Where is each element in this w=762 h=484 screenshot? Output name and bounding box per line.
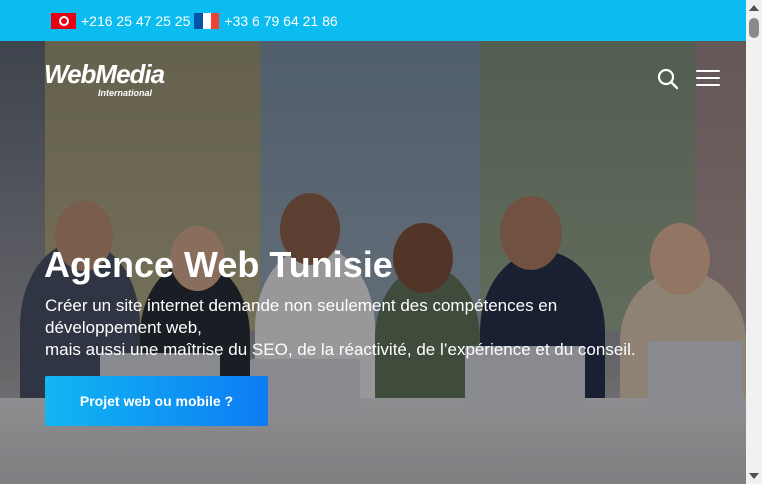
search-icon bbox=[657, 68, 679, 90]
top-contact-bar: +216 25 47 25 25 +33 6 79 64 21 86 bbox=[0, 0, 746, 41]
scroll-down-arrow-icon[interactable] bbox=[749, 473, 759, 479]
project-cta-button[interactable]: Projet web ou mobile ? bbox=[45, 376, 268, 426]
france-flag-icon bbox=[194, 12, 220, 29]
scroll-up-arrow-icon[interactable] bbox=[749, 5, 759, 11]
logo-main-text: WebMedia bbox=[44, 59, 165, 89]
contact-tunisia[interactable]: +216 25 47 25 25 bbox=[51, 12, 190, 29]
hero-description: Créer un site internet demande non seule… bbox=[45, 295, 705, 361]
hero-description-line-3: mais aussi une maîtrise du SEO, de la ré… bbox=[45, 340, 636, 359]
scrollbar-thumb[interactable] bbox=[749, 18, 759, 38]
contact-france[interactable]: +33 6 79 64 21 86 bbox=[194, 12, 338, 29]
phone-tunisia[interactable]: +216 25 47 25 25 bbox=[81, 13, 190, 29]
vertical-scrollbar[interactable] bbox=[746, 0, 762, 484]
site-logo[interactable]: WebMedia International bbox=[44, 59, 165, 98]
page: +216 25 47 25 25 +33 6 79 64 21 86 WebMe… bbox=[0, 0, 746, 484]
hero-title: Agence Web Tunisie bbox=[44, 244, 393, 285]
search-button[interactable] bbox=[657, 68, 679, 90]
hamburger-menu-button[interactable] bbox=[696, 70, 720, 88]
logo-sub-text: International bbox=[98, 88, 153, 98]
hamburger-menu-icon bbox=[696, 70, 720, 86]
tunisia-flag-icon bbox=[51, 12, 76, 29]
phone-france[interactable]: +33 6 79 64 21 86 bbox=[224, 13, 337, 29]
hero-description-line-2: développement web, bbox=[45, 318, 202, 337]
hero-description-line-1: Créer un site internet demande non seule… bbox=[45, 296, 558, 315]
